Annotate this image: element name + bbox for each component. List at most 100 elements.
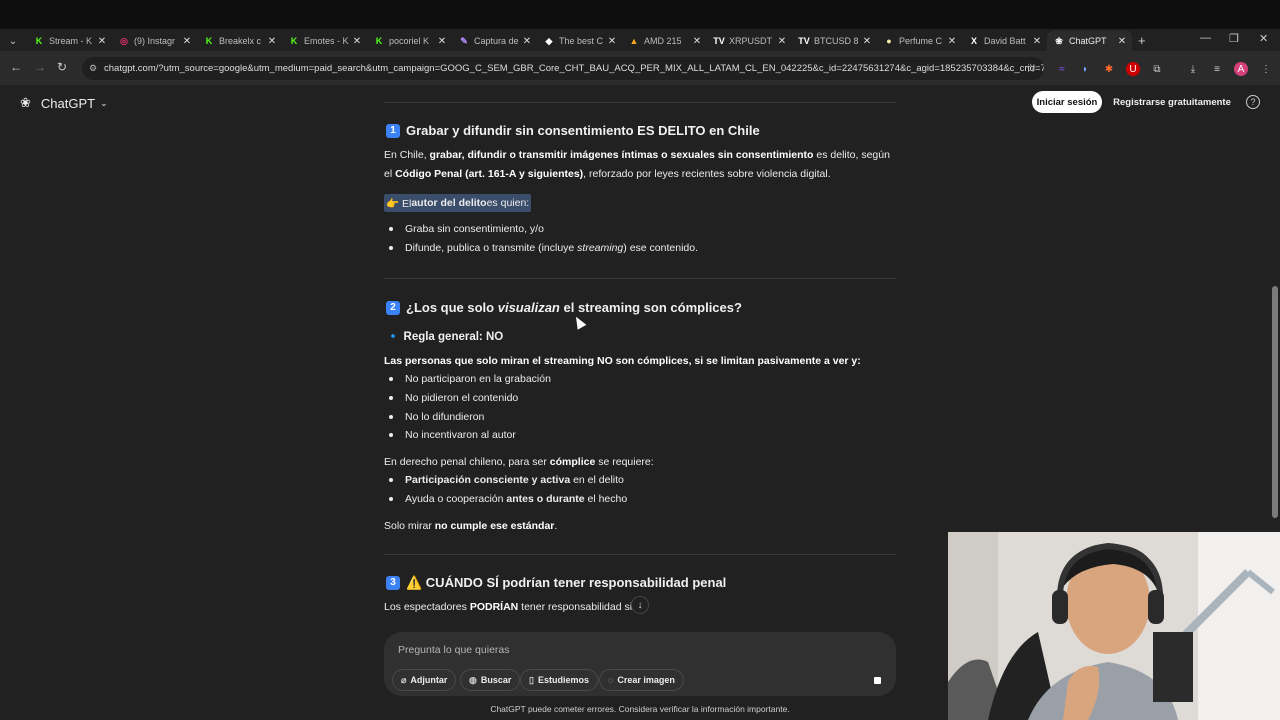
tab-6[interactable]: ◆ The best C ✕ xyxy=(537,31,622,51)
tab-7[interactable]: ▲ AMD 215 ✕ xyxy=(622,31,707,51)
tab-10[interactable]: ● Perfume C ✕ xyxy=(877,31,962,51)
site-info-icon[interactable]: ⚙ xyxy=(89,63,97,74)
diamond-icon: ◆ xyxy=(545,35,553,46)
tab-1[interactable]: ◎ (9) Instagr ✕ xyxy=(112,31,197,51)
globe-icon: ◍ xyxy=(469,674,477,685)
tab-3[interactable]: K Emotes - K ✕ xyxy=(282,31,367,51)
signup-button[interactable]: Registrarse gratuitamente xyxy=(1110,91,1234,113)
reload-icon[interactable]: ↻ xyxy=(57,60,67,74)
tab-2[interactable]: K Breakelx c ✕ xyxy=(197,31,282,51)
tab-title: AMD 215 xyxy=(644,36,682,46)
extension-icon[interactable]: ◗ xyxy=(1078,62,1092,76)
section-title: Grabar y difundir sin consentimiento ES … xyxy=(406,123,760,138)
close-tab-icon[interactable]: ✕ xyxy=(181,36,193,47)
list-item: No lo difundieron xyxy=(389,411,484,423)
close-tab-icon[interactable]: ✕ xyxy=(96,36,108,47)
bookmark-star-icon[interactable]: ☆ xyxy=(1025,61,1036,75)
maximize-icon[interactable]: ❐ xyxy=(1229,32,1239,45)
disclaimer: ChatGPT puede cometer errores. Considera… xyxy=(490,704,790,714)
model-selector[interactable]: ❀ ChatGPT ⌄ xyxy=(20,95,108,111)
divider xyxy=(384,102,896,103)
close-tab-icon[interactable]: ✕ xyxy=(776,36,788,47)
new-tab-button[interactable]: + xyxy=(1138,33,1146,48)
tab-title: Captura de xyxy=(474,36,519,46)
list-item: No participaron en la grabación xyxy=(389,373,551,385)
list-item: Difunde, publica o transmite (incluye st… xyxy=(389,242,698,254)
close-tab-icon[interactable]: ✕ xyxy=(521,36,533,47)
tab-search-icon[interactable]: ⌄ xyxy=(5,33,21,49)
keycap-number-icon: 3 xyxy=(386,576,400,590)
tradingview-icon: TV xyxy=(798,36,810,46)
tab-11[interactable]: X David Batt ✕ xyxy=(962,31,1047,51)
list-item: Graba sin consentimiento, y/o xyxy=(389,223,544,235)
section-title: ⚠️ CUÁNDO SÍ podrían tener responsabilid… xyxy=(406,575,727,590)
divider xyxy=(384,554,896,555)
paragraph: En Chile, grabar, difundir o transmitir … xyxy=(384,149,890,180)
study-button[interactable]: ▯ Estudiemos xyxy=(520,669,598,691)
extension-icon[interactable]: ≈ xyxy=(1055,62,1069,76)
back-icon[interactable]: ← xyxy=(10,60,22,74)
scroll-down-button[interactable]: ↓ xyxy=(631,596,649,614)
brand-label: ChatGPT xyxy=(40,95,96,111)
tab-title: Perfume C xyxy=(899,36,943,46)
tab-8[interactable]: TV XRPUSDT ✕ xyxy=(707,31,792,51)
keycap-number-icon: 2 xyxy=(386,300,400,315)
close-tab-icon[interactable]: ✕ xyxy=(351,36,363,47)
section-heading: 3 ⚠️ CUÁNDO SÍ podrían tener responsabil… xyxy=(386,575,726,591)
instagram-icon: ◎ xyxy=(120,35,128,46)
highlighted-text: 👉 El autor del delito es quien: xyxy=(384,194,532,212)
close-tab-icon[interactable]: ✕ xyxy=(946,36,958,47)
extensions-puzzle-icon[interactable]: ⧉ xyxy=(1150,62,1164,76)
close-tab-icon[interactable]: ✕ xyxy=(691,36,703,47)
help-icon[interactable]: ? xyxy=(1246,95,1260,109)
close-window-icon[interactable]: ✕ xyxy=(1259,32,1268,45)
tab-title: Breakelx c xyxy=(219,36,262,46)
search-button[interactable]: ◍ Buscar xyxy=(460,669,521,691)
kick-icon: K xyxy=(205,36,213,46)
tab-0[interactable]: K Stream - K ✕ xyxy=(27,31,112,51)
attach-button[interactable]: ⌀ Adjuntar xyxy=(392,669,457,691)
tab-4[interactable]: Kpocoriel K ✕ xyxy=(367,31,452,51)
ublock-icon[interactable]: U xyxy=(1126,62,1140,76)
url-bar[interactable]: ⚙ chatgpt.com/?utm_source=google&utm_med… xyxy=(82,57,1044,80)
close-tab-icon[interactable]: ✕ xyxy=(436,36,448,47)
list-item: Ayuda o cooperación antes o durante el h… xyxy=(389,493,627,505)
tab-title: The best C xyxy=(559,36,604,46)
close-tab-icon[interactable]: ✕ xyxy=(861,36,873,47)
close-tab-icon[interactable]: ✕ xyxy=(1031,36,1043,47)
close-tab-icon[interactable]: ✕ xyxy=(1116,36,1128,47)
stop-button[interactable] xyxy=(867,670,887,690)
download-icon[interactable]: ⤓ xyxy=(1186,62,1200,76)
profile-avatar[interactable]: A xyxy=(1234,62,1248,76)
close-tab-icon[interactable]: ✕ xyxy=(266,36,278,47)
tab-list: K Stream - K ✕ ◎ (9) Instagr ✕ K Breakelx c ✕ K Em… xyxy=(27,31,1132,51)
divider xyxy=(384,278,896,279)
url-text: chatgpt.com/?utm_source=google&utm_mediu… xyxy=(104,63,1044,74)
close-tab-icon[interactable]: ✕ xyxy=(606,36,618,47)
minimize-icon[interactable]: — xyxy=(1200,32,1211,44)
media-icon[interactable]: ≡ xyxy=(1210,62,1224,76)
tab-title: BTCUSD 8 xyxy=(814,36,859,46)
extension-icon[interactable]: ✱ xyxy=(1102,62,1116,76)
book-icon: ▯ xyxy=(529,674,534,685)
tab-strip xyxy=(0,0,1280,29)
tab-9[interactable]: TV BTCUSD 8 ✕ xyxy=(792,31,877,51)
tab-title: XRPUSDT xyxy=(729,36,773,46)
list-item: Participación consciente y activa en el … xyxy=(389,474,624,486)
login-button[interactable]: Iniciar sesión xyxy=(1032,91,1102,113)
keycap-number-icon: 1 xyxy=(386,123,400,138)
prompt-input[interactable]: Pregunta lo que quieras xyxy=(398,644,510,656)
create-image-button[interactable]: ◌ Crear imagen xyxy=(599,669,684,691)
chevron-down-icon: ⌄ xyxy=(100,97,108,108)
x-icon: X xyxy=(970,36,977,46)
section-heading: 1 Grabar y difundir sin consentimiento E… xyxy=(386,123,760,138)
forward-icon[interactable]: → xyxy=(34,60,46,74)
kick-icon: K xyxy=(35,36,43,46)
tab-5[interactable]: ✎ Captura de ✕ xyxy=(452,31,537,51)
tab-12[interactable]: ❀ ChatGPT ✕ xyxy=(1047,31,1132,51)
tab-title: David Batt xyxy=(984,36,1026,46)
scrollbar-thumb[interactable] xyxy=(1272,286,1278,518)
subheading: 🔹 Regla general: NO xyxy=(386,331,504,343)
browser-menu-icon[interactable]: ⋮ xyxy=(1259,62,1273,76)
stop-icon xyxy=(873,676,881,684)
